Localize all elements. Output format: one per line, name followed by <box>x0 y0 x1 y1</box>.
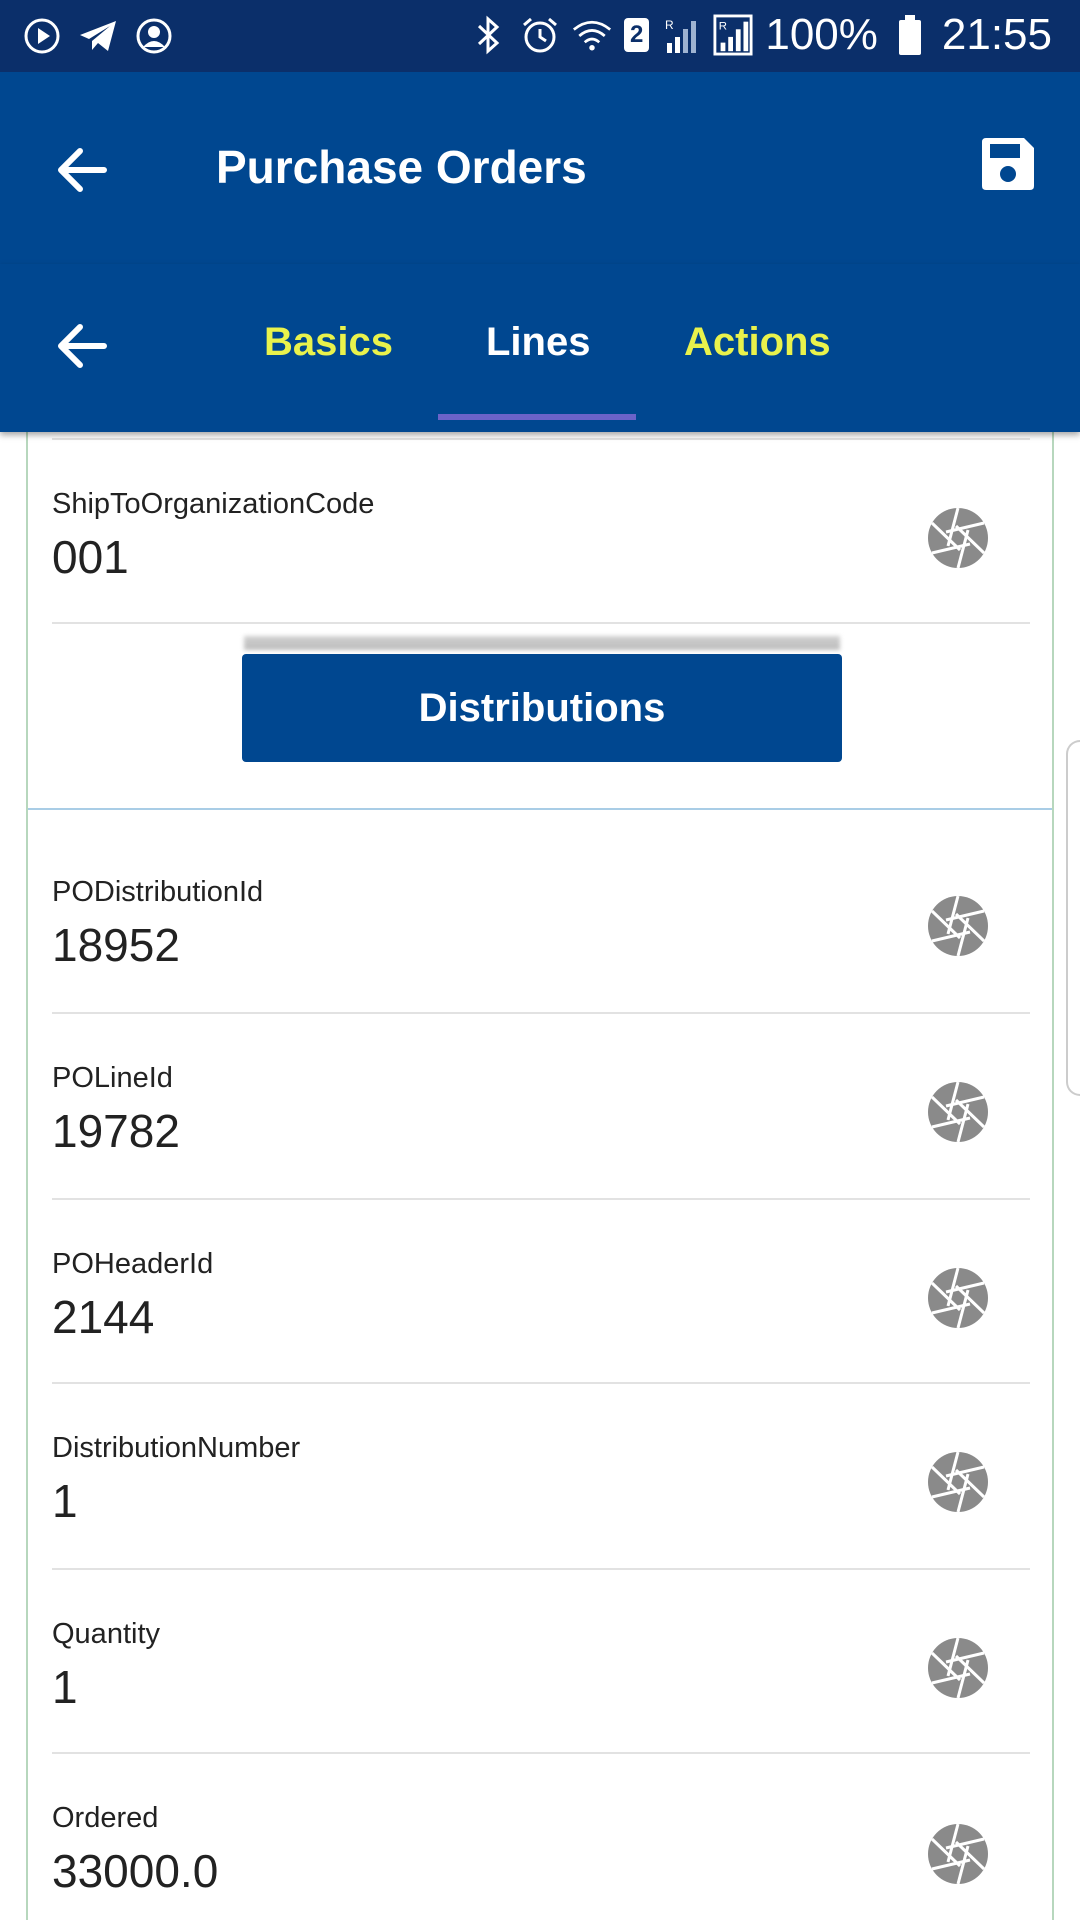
svg-text:R: R <box>719 20 727 32</box>
signal-icon: R <box>661 15 701 55</box>
app-bar: Purchase Orders <box>0 72 1080 264</box>
divider <box>52 1198 1030 1200</box>
account-circle-icon <box>134 16 174 56</box>
status-right-icons: 2 R R 100% 21:55 <box>468 10 1052 60</box>
signal-roaming-icon: R <box>713 14 753 56</box>
camera-aperture-icon[interactable] <box>926 1822 990 1886</box>
arrow-back-icon <box>58 148 107 192</box>
field-label: PODistributionId <box>52 876 264 908</box>
divider <box>52 1568 1030 1570</box>
active-tab-indicator <box>438 414 636 420</box>
edge-scroll-handle[interactable] <box>1066 740 1080 1096</box>
wifi-icon <box>572 15 612 55</box>
arrow-back-icon <box>58 324 107 368</box>
camera-aperture-icon[interactable] <box>926 894 990 958</box>
clock: 21:55 <box>941 10 1052 59</box>
field-label: DistributionNumber <box>52 1432 301 1464</box>
field-value: 18952 <box>52 919 180 971</box>
field-label: Ordered <box>52 1802 159 1834</box>
camera-aperture-icon[interactable] <box>926 1266 990 1330</box>
section-separator <box>28 808 1052 810</box>
field-label: POHeaderId <box>52 1248 214 1280</box>
field-label: POLineId <box>52 1062 173 1094</box>
tab-back-button[interactable] <box>48 310 120 382</box>
divider <box>52 1382 1030 1384</box>
save-button[interactable] <box>978 134 1038 194</box>
status-left-icons <box>22 16 174 56</box>
tab-lines[interactable]: Lines <box>486 320 590 365</box>
telegram-icon <box>78 16 118 56</box>
field-value: 1 <box>52 1475 78 1527</box>
lines-panel: ShipToOrganizationCode 001 Distributions… <box>26 432 1054 1920</box>
tab-basics[interactable]: Basics <box>264 320 393 365</box>
field-value: 2144 <box>52 1291 155 1343</box>
alarm-icon <box>520 15 560 55</box>
svg-text:R: R <box>665 18 674 32</box>
field-value: 19782 <box>52 1105 180 1157</box>
camera-aperture-icon[interactable] <box>926 1080 990 1144</box>
divider <box>52 438 1030 440</box>
divider <box>52 1752 1030 1754</box>
status-bar: 2 R R 100% 21:55 <box>0 0 1080 72</box>
tab-bar: Basics Lines Actions <box>0 264 1080 432</box>
divider <box>52 1012 1030 1014</box>
battery-percent: 100% <box>765 10 878 59</box>
field-value: 001 <box>52 531 129 583</box>
tab-actions[interactable]: Actions <box>684 320 831 365</box>
bluetooth-icon <box>468 15 508 55</box>
camera-aperture-icon[interactable] <box>926 1450 990 1514</box>
camera-aperture-icon[interactable] <box>926 506 990 570</box>
field-value: 33000.0 <box>52 1845 219 1897</box>
button-shadow <box>244 636 840 650</box>
field-value: 1 <box>52 1661 78 1713</box>
camera-aperture-icon[interactable] <box>926 1636 990 1700</box>
page-title: Purchase Orders <box>216 141 587 193</box>
divider <box>52 622 1030 624</box>
battery-icon <box>890 15 930 55</box>
sim-badge: 2 <box>623 18 650 52</box>
back-button[interactable] <box>48 134 120 206</box>
play-circle-icon <box>22 16 62 56</box>
save-icon <box>982 138 1034 190</box>
field-label: Quantity <box>52 1618 160 1650</box>
distributions-button[interactable]: Distributions <box>242 654 842 762</box>
field-label: ShipToOrganizationCode <box>52 488 375 520</box>
